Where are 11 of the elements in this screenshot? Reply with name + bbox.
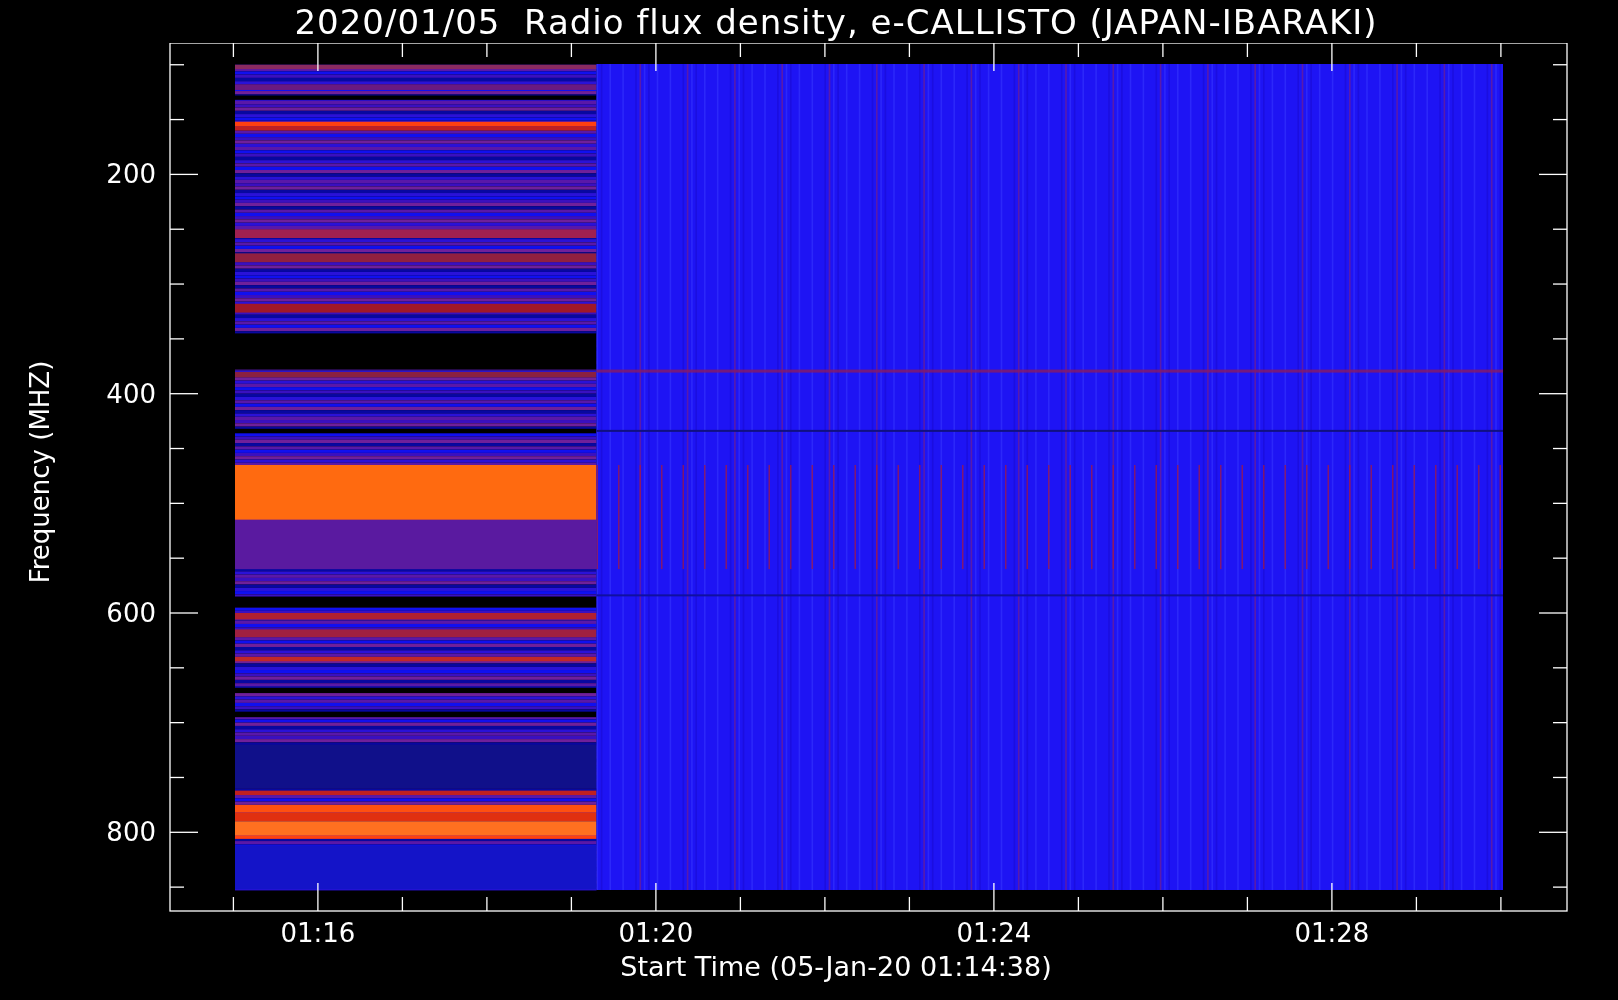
x-tick-label: 01:20 bbox=[618, 918, 694, 948]
y-axis-label: Frequency (MHZ) bbox=[25, 360, 55, 583]
x-axis-label: Start Time (05-Jan-20 01:14:38) bbox=[620, 953, 1052, 983]
chart-title: 2020/01/05 Radio flux density, e-CALLISTO (JAPAN-IBARAKI) bbox=[294, 4, 1378, 39]
x-tick-label: 01:16 bbox=[280, 918, 356, 948]
x-tick-label: 01:28 bbox=[1294, 918, 1370, 948]
x-tick-label: 01:24 bbox=[956, 918, 1032, 948]
y-tick-label: 800 bbox=[106, 817, 156, 848]
y-tick-label: 400 bbox=[106, 378, 156, 409]
y-tick-label: 600 bbox=[106, 598, 156, 628]
y-tick-label: 200 bbox=[106, 159, 156, 190]
